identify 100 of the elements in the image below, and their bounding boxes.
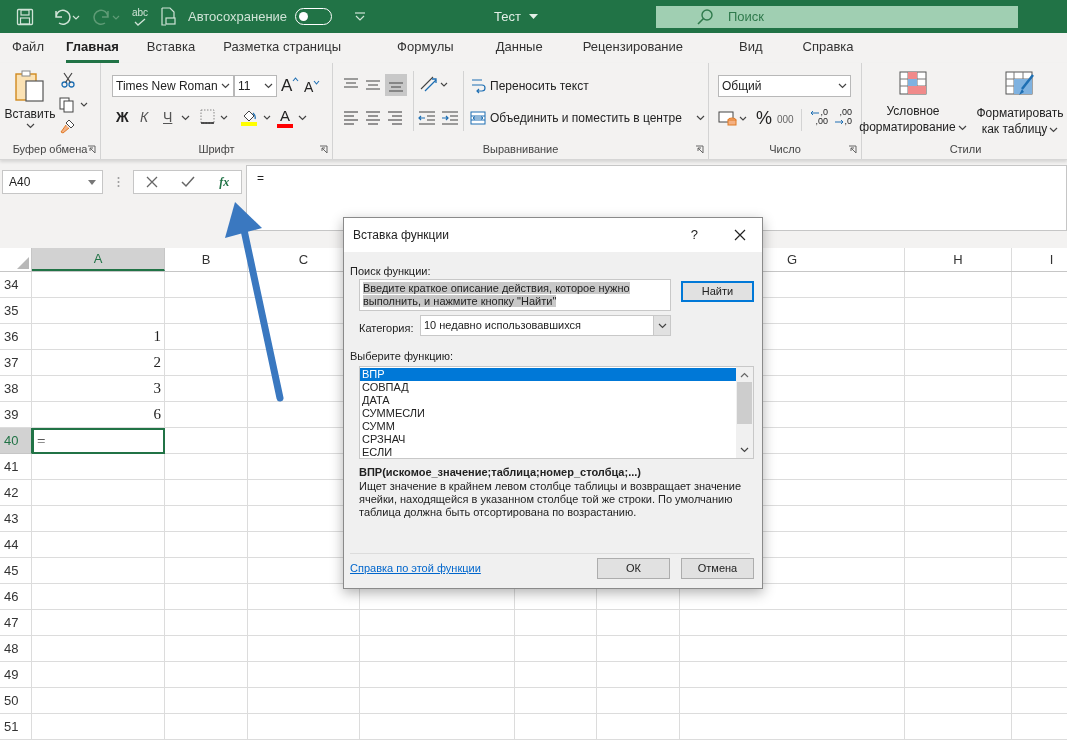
spelling-check-button[interactable]: abc xyxy=(128,7,152,26)
table-cell[interactable] xyxy=(165,558,248,584)
table-cell[interactable] xyxy=(515,636,597,662)
row-header[interactable]: 43 xyxy=(0,506,32,532)
row-header[interactable]: 42 xyxy=(0,480,32,506)
help-link[interactable]: Справка по этой функции xyxy=(350,560,481,577)
table-cell[interactable] xyxy=(360,636,515,662)
row-header[interactable]: 41 xyxy=(0,454,32,480)
enter-checkmark-icon[interactable] xyxy=(181,176,196,188)
table-cell[interactable] xyxy=(165,428,248,454)
ribbon-tab[interactable]: Данные xyxy=(495,33,543,63)
row-header[interactable]: 40 xyxy=(0,428,32,454)
table-cell[interactable] xyxy=(515,688,597,714)
table-cell[interactable] xyxy=(165,506,248,532)
table-cell[interactable] xyxy=(248,610,360,636)
table-cell[interactable] xyxy=(248,636,360,662)
table-cell[interactable] xyxy=(360,714,515,740)
table-cell[interactable] xyxy=(905,532,1012,558)
customize-toolbar-icon[interactable] xyxy=(354,11,367,22)
table-cell[interactable] xyxy=(905,558,1012,584)
scissors-icon[interactable] xyxy=(61,72,75,88)
cancel-icon[interactable] xyxy=(145,176,158,188)
row-header[interactable]: 45 xyxy=(0,558,32,584)
table-cell[interactable] xyxy=(680,662,905,688)
table-cell[interactable] xyxy=(165,298,248,324)
print-preview-icon[interactable] xyxy=(160,6,176,27)
table-cell[interactable] xyxy=(905,324,1012,350)
dialog-launcher-icon[interactable] xyxy=(87,145,96,154)
category-dropdown[interactable]: 10 недавно использовавшихся xyxy=(420,315,671,336)
grow-font-button[interactable]: A xyxy=(281,77,300,94)
borders-icon[interactable] xyxy=(200,109,230,125)
ribbon-tab[interactable]: Формулы xyxy=(397,33,454,63)
decrease-decimal-button[interactable]: ,00 ,0 xyxy=(830,108,852,126)
table-cell[interactable] xyxy=(165,402,248,428)
column-header[interactable]: B xyxy=(165,248,248,271)
ribbon-tab[interactable]: Вид xyxy=(739,33,763,63)
row-header[interactable]: 38 xyxy=(0,376,32,402)
table-cell[interactable] xyxy=(680,688,905,714)
table-cell[interactable] xyxy=(165,636,248,662)
search-field[interactable]: Введите краткое описание действия, которое нужно выполнить, и нажмите кнопку "Найти" xyxy=(359,279,671,311)
cancel-button[interactable]: Отмена xyxy=(681,558,754,579)
dialog-launcher-icon[interactable] xyxy=(848,145,857,154)
column-header[interactable]: H xyxy=(905,248,1012,271)
thousands-separator-button[interactable]: 000 xyxy=(777,115,794,125)
table-cell[interactable] xyxy=(165,454,248,480)
bold-button[interactable]: Ж xyxy=(116,110,129,124)
table-cell[interactable] xyxy=(165,610,248,636)
table-cell[interactable] xyxy=(165,376,248,402)
table-cell[interactable] xyxy=(165,688,248,714)
table-cell[interactable] xyxy=(360,610,515,636)
caret-icon[interactable] xyxy=(181,115,190,121)
table-cell[interactable] xyxy=(680,714,905,740)
font-name-dropdown[interactable]: Times New Roman xyxy=(112,75,234,97)
active-cell[interactable]: = xyxy=(32,428,165,454)
row-header[interactable]: 46 xyxy=(0,584,32,610)
increase-indent-icon[interactable] xyxy=(441,110,459,126)
align-left-icon[interactable] xyxy=(343,110,359,126)
row-header[interactable]: 36 xyxy=(0,324,32,350)
file-title[interactable]: Тест xyxy=(494,6,538,27)
table-cell[interactable] xyxy=(597,610,680,636)
table-cell[interactable] xyxy=(905,428,1012,454)
dialog-launcher-icon[interactable] xyxy=(319,145,328,154)
table-cell[interactable] xyxy=(905,688,1012,714)
table-cell[interactable] xyxy=(905,454,1012,480)
insert-function-button[interactable]: fx xyxy=(219,173,230,191)
table-cell[interactable] xyxy=(360,688,515,714)
align-bottom-button[interactable] xyxy=(385,74,407,96)
function-list-item[interactable]: СОВПАД xyxy=(360,381,736,394)
table-cell[interactable] xyxy=(165,662,248,688)
conditional-formatting-button[interactable]: Условное форматирование xyxy=(854,71,972,135)
table-cell[interactable] xyxy=(248,662,360,688)
number-format-dropdown[interactable]: Общий xyxy=(718,75,851,97)
table-cell[interactable] xyxy=(905,584,1012,610)
select-all-icon[interactable] xyxy=(17,257,29,269)
format-as-table-button[interactable]: Форматировать как таблицу xyxy=(970,71,1067,137)
table-cell[interactable] xyxy=(515,610,597,636)
paste-button[interactable]: Вставить xyxy=(2,65,58,135)
table-cell[interactable] xyxy=(680,610,905,636)
align-center-icon[interactable] xyxy=(365,110,381,126)
italic-button[interactable]: К xyxy=(140,110,149,124)
function-list-item[interactable]: ДАТА xyxy=(360,394,736,407)
wrap-text-button[interactable]: Переносить текст xyxy=(470,77,589,95)
function-list-item[interactable]: СРЗНАЧ xyxy=(360,433,736,446)
ribbon-tab[interactable]: Рецензирование xyxy=(582,33,684,63)
table-cell[interactable] xyxy=(597,636,680,662)
table-cell[interactable] xyxy=(360,662,515,688)
table-cell[interactable] xyxy=(597,662,680,688)
table-cell[interactable] xyxy=(905,636,1012,662)
table-cell[interactable] xyxy=(905,506,1012,532)
table-cell[interactable] xyxy=(905,402,1012,428)
undo-icon[interactable] xyxy=(52,7,82,26)
table-cell[interactable] xyxy=(680,636,905,662)
table-cell[interactable] xyxy=(165,324,248,350)
row-header[interactable]: 47 xyxy=(0,610,32,636)
table-cell[interactable] xyxy=(905,298,1012,324)
row-header[interactable]: 37 xyxy=(0,350,32,376)
column-header[interactable]: A xyxy=(32,248,165,271)
copy-icon[interactable] xyxy=(59,97,89,113)
brush-icon[interactable] xyxy=(60,118,76,134)
row-header[interactable]: 34 xyxy=(0,272,32,298)
